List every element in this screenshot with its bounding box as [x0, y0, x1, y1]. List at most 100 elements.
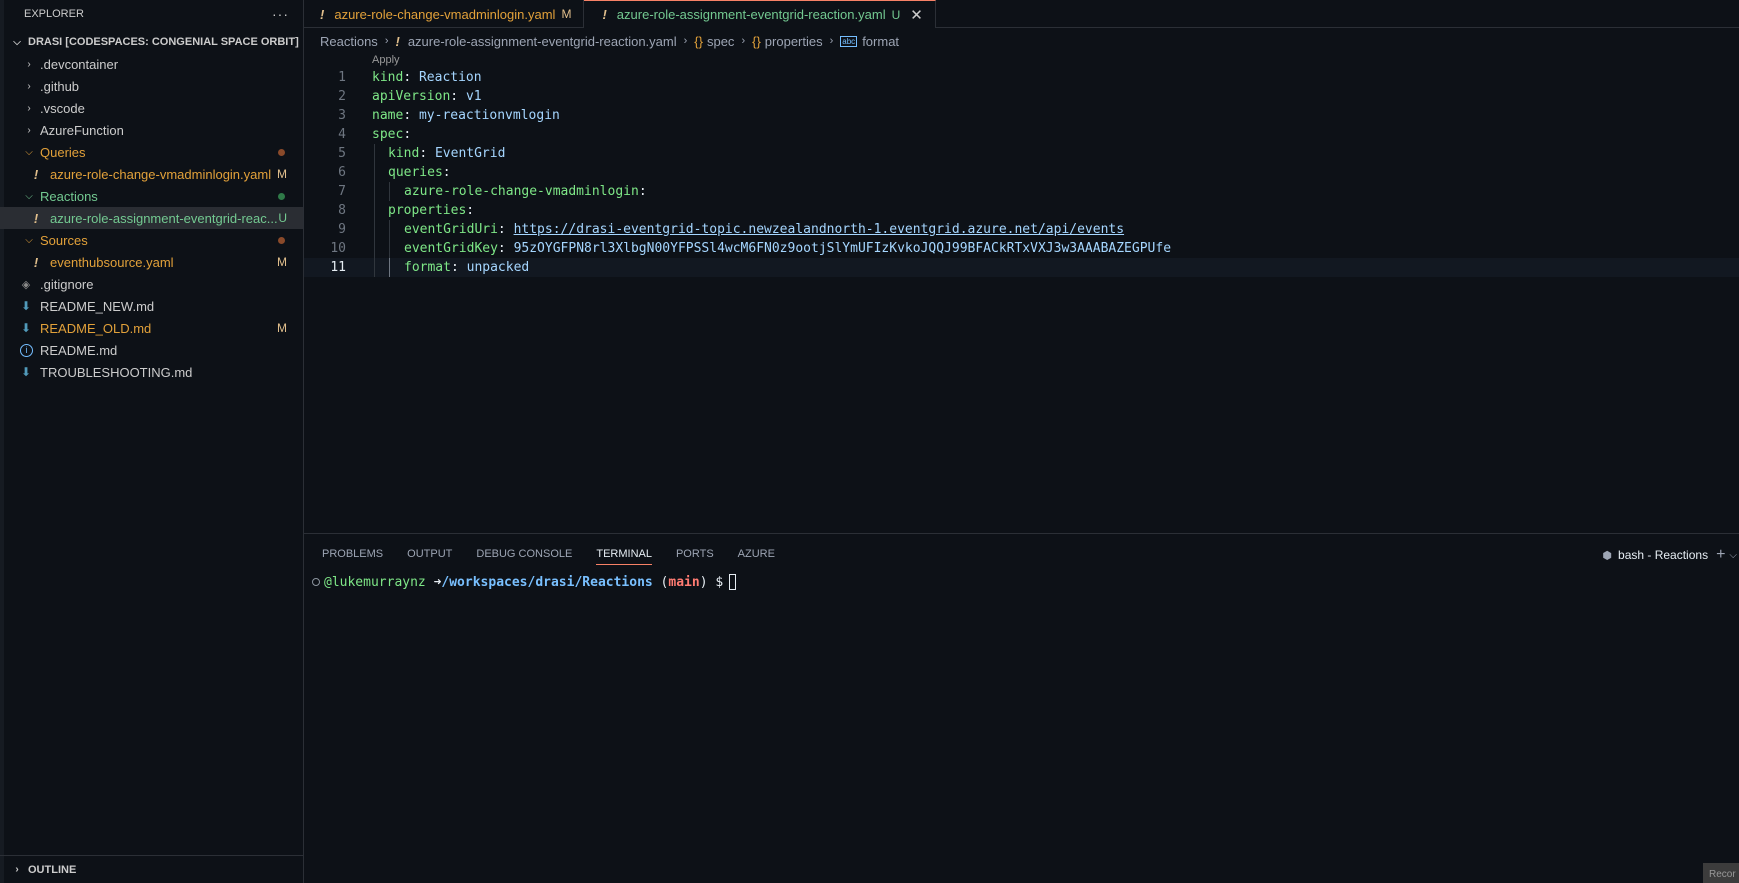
code-line: 1 kind: Reaction: [304, 68, 1739, 87]
indent-guide: [374, 163, 375, 182]
line-number: 3: [338, 108, 346, 123]
tree-file-readme[interactable]: i README.md: [0, 339, 303, 361]
tab-label: azure-role-assignment-eventgrid-reaction…: [616, 7, 886, 22]
yaml-key: eventGridUri: [404, 222, 498, 237]
yaml-value: my-reactionvmlogin: [418, 108, 560, 123]
tab-label: azure-role-change-vmadminlogin.yaml: [334, 6, 556, 22]
yaml-value: EventGrid: [434, 146, 506, 161]
chevron-right-icon: ›: [27, 80, 31, 92]
chevron-right-icon: ›: [27, 102, 31, 114]
yaml-key: apiVersion: [372, 89, 451, 104]
more-actions-icon[interactable]: ···: [272, 6, 289, 22]
line-number: 5: [338, 146, 346, 161]
tree-file-gitignore[interactable]: ◈ .gitignore: [0, 273, 303, 295]
chevron-down-icon: ⌵: [25, 146, 33, 158]
line-number: 10: [330, 241, 346, 256]
tab-azure[interactable]: AZURE: [738, 543, 775, 565]
yaml-file-icon: !: [395, 33, 400, 49]
url-link[interactable]: https://drasi-eventgrid-topic.newzealand…: [514, 222, 1124, 237]
line-number: 8: [338, 203, 346, 218]
markdown-download-icon: ⬇: [20, 299, 32, 313]
tree-file-eventhubsource[interactable]: ! eventhubsource.yaml M: [0, 251, 303, 273]
yaml-file-icon: !: [33, 166, 39, 182]
yaml-file-icon: !: [33, 210, 39, 226]
explorer-title: EXPLORER: [24, 8, 84, 20]
prompt-dollar: $: [715, 574, 724, 590]
editor-tabs: ! azure-role-change-vmadminlogin.yaml M …: [304, 0, 1739, 28]
chevron-right-icon: ›: [829, 35, 834, 47]
indent-guide: [374, 182, 375, 201]
tree-item-label: eventhubsource.yaml: [50, 254, 174, 270]
line-number: 6: [338, 165, 346, 180]
prompt-branch: main: [668, 574, 700, 590]
add-terminal-icon[interactable]: +: [1716, 546, 1725, 564]
breadcrumb-folder[interactable]: Reactions: [320, 34, 378, 49]
tab-problems[interactable]: PROBLEMS: [322, 543, 383, 565]
yaml-key: azure-role-change-vmadminlogin: [404, 184, 639, 199]
prompt-circle-icon: [312, 578, 320, 586]
indent-guide: [374, 220, 375, 239]
breadcrumb-file[interactable]: azure-role-assignment-eventgrid-reaction…: [408, 34, 677, 49]
tree-item-label: Queries: [40, 144, 86, 160]
tree-file-readme-new[interactable]: ⬇ README_NEW.md: [0, 295, 303, 317]
tree-folder-devcontainer[interactable]: › .devcontainer: [0, 53, 303, 75]
breadcrumb-spec[interactable]: spec: [707, 34, 734, 49]
yaml-key: properties: [388, 203, 467, 218]
code-line: 6 queries:: [304, 163, 1739, 182]
tab-ports[interactable]: PORTS: [676, 543, 714, 565]
indent-guide: [374, 258, 375, 277]
terminal-output[interactable]: @lukemurraynz ➜ /workspaces/drasi/Reacti…: [312, 574, 737, 590]
code-line: 3 name: my-reactionvmlogin: [304, 106, 1739, 125]
terminal-selector[interactable]: ⬢ bash - Reactions + ⌵: [1602, 546, 1739, 564]
tree-file-readme-old[interactable]: ⬇ README_OLD.md M: [0, 317, 303, 339]
yaml-key: name: [372, 108, 404, 123]
info-icon: i: [20, 343, 33, 357]
codelens-apply[interactable]: Apply: [372, 54, 400, 66]
terminal-cursor: [729, 574, 737, 590]
outline-label: OUTLINE: [28, 863, 77, 876]
git-status-badge: M: [277, 255, 287, 269]
code-line: 5 kind: EventGrid: [304, 144, 1739, 163]
chevron-down-icon[interactable]: ⌵: [1729, 550, 1737, 561]
indent-guide: [374, 239, 375, 258]
tab-output[interactable]: OUTPUT: [407, 543, 452, 565]
tree-item-label: Reactions: [40, 188, 98, 204]
tab-status-badge: U: [891, 7, 901, 22]
yaml-key: eventGridKey: [404, 241, 498, 256]
tree-folder-reactions[interactable]: ⌵ Reactions: [0, 185, 303, 207]
modified-dot-icon: [278, 148, 285, 156]
object-braces-icon: {}: [694, 33, 703, 49]
git-status-badge: U: [278, 211, 287, 225]
tree-folder-vscode[interactable]: › .vscode: [0, 97, 303, 119]
tree-file-eventgrid-reaction[interactable]: ! azure-role-assignment-eventgrid-reac..…: [0, 207, 303, 229]
tree-folder-github[interactable]: › .github: [0, 75, 303, 97]
breadcrumb-format[interactable]: format: [862, 34, 899, 49]
tab-vmadminlogin[interactable]: ! azure-role-change-vmadminlogin.yaml M: [304, 0, 585, 28]
record-overlay[interactable]: Recor: [1703, 863, 1739, 883]
close-icon[interactable]: ✕: [910, 6, 923, 24]
tree-folder-azurefunction[interactable]: › AzureFunction: [0, 119, 303, 141]
indent-guide: [374, 201, 375, 220]
terminal-name: bash - Reactions: [1618, 548, 1709, 562]
tree-file-vmadminlogin[interactable]: ! azure-role-change-vmadminlogin.yaml M: [0, 163, 303, 185]
tab-debug-console[interactable]: DEBUG CONSOLE: [476, 543, 572, 565]
tree-file-troubleshooting[interactable]: ⬇ TROUBLESHOOTING.md: [0, 361, 303, 383]
breadcrumb-properties[interactable]: properties: [765, 34, 823, 49]
indent-guide: [374, 144, 375, 163]
git-status-badge: M: [277, 167, 287, 181]
chevron-down-icon: ⌵: [13, 36, 21, 48]
tree-folder-queries[interactable]: ⌵ Queries: [0, 141, 303, 163]
tree-folder-sources[interactable]: ⌵ Sources: [0, 229, 303, 251]
code-line-current: 11 format: unpacked: [304, 258, 1739, 277]
code-editor[interactable]: Apply 1 kind: Reaction 2 apiVersion: v1 …: [304, 52, 1739, 532]
tab-eventgrid-reaction[interactable]: ! azure-role-assignment-eventgrid-reacti…: [584, 0, 936, 28]
file-tree: › .devcontainer › .github › .vscode › Az…: [0, 53, 303, 383]
panel-tabs: PROBLEMS OUTPUT DEBUG CONSOLE TERMINAL P…: [304, 534, 1739, 574]
workspace-root[interactable]: ⌵ DRASI [CODESPACES: CONGENIAL SPACE ORB…: [0, 31, 303, 53]
explorer-sidebar: EXPLORER ··· ⌵ DRASI [CODESPACES: CONGEN…: [0, 0, 304, 883]
yaml-key: kind: [388, 146, 420, 161]
tab-terminal[interactable]: TERMINAL: [596, 543, 652, 565]
yaml-key: spec: [372, 127, 404, 142]
outline-section[interactable]: › OUTLINE: [0, 855, 304, 883]
indent-guide: [389, 182, 390, 201]
